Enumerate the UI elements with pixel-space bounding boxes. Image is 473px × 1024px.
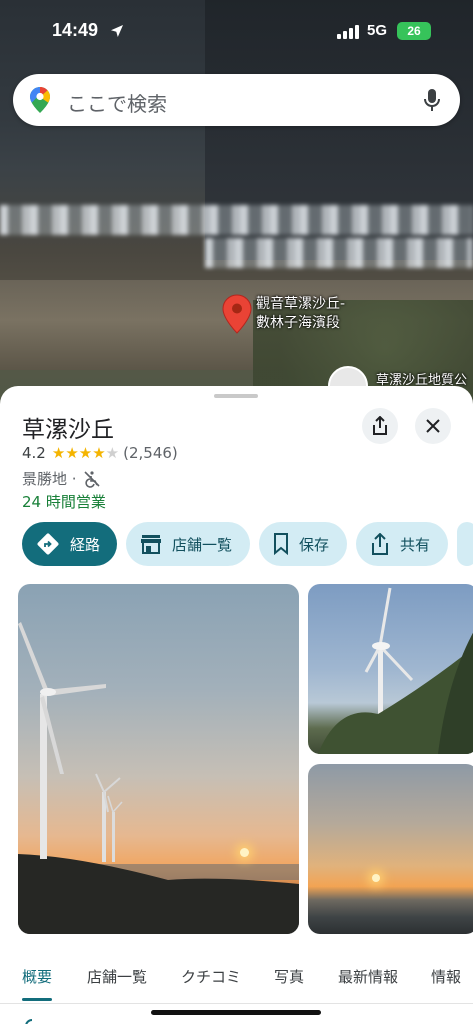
photo-top-right[interactable] — [308, 584, 473, 754]
wind-turbines-photo — [18, 622, 299, 934]
place-category: 景勝地 · — [22, 470, 77, 488]
place-marker-icon[interactable] — [222, 294, 252, 338]
bookmark-icon — [274, 533, 289, 555]
signal-bars-icon — [337, 24, 361, 39]
sun-shape — [372, 874, 380, 882]
directions-button[interactable]: 経路 — [22, 522, 118, 566]
close-button[interactable] — [415, 408, 451, 444]
active-tab-indicator — [22, 998, 52, 1001]
rating-value: 4.2 — [22, 444, 46, 462]
place-sheet[interactable]: 草漯沙丘 4.2 ★★★★★ (2,546) 景勝地 · 24 時間営業 — [0, 386, 473, 1024]
review-count: (2,546) — [123, 444, 178, 462]
tab-reviews[interactable]: クチコミ — [181, 966, 241, 987]
network-type: 5G — [367, 22, 388, 39]
map-surf-left — [0, 205, 473, 235]
home-indicator[interactable] — [151, 1010, 321, 1015]
turbine-photo — [318, 587, 473, 754]
tab-about[interactable]: 情報 — [431, 966, 461, 987]
marker-label[interactable]: 觀音草漯沙丘- 數林子海濱段 — [256, 295, 345, 333]
location-arrow-icon — [111, 25, 123, 37]
stores-label: 店舗一覧 — [172, 535, 233, 554]
action-chips: 経路 店舗一覧 保存 共有 — [22, 522, 473, 566]
sun-shape — [240, 848, 249, 857]
sheet-drag-handle[interactable] — [214, 394, 258, 398]
marker-label-line2: 數林子海濱段 — [256, 315, 340, 331]
search-bar[interactable]: ここで検索 — [13, 74, 460, 126]
status-time: 14:49 — [52, 20, 99, 40]
tab-stores[interactable]: 店舗一覧 — [87, 966, 147, 987]
marker-label-line1: 觀音草漯沙丘- — [256, 296, 346, 312]
directions-label: 経路 — [70, 535, 101, 554]
star-icon: ★ — [51, 443, 66, 462]
share-button[interactable] — [362, 408, 398, 444]
directions-icon — [37, 533, 59, 555]
status-bar: 14:49 5G 26 — [0, 0, 473, 62]
search-input[interactable]: ここで検索 — [67, 88, 167, 117]
category-row: 景勝地 · — [22, 468, 101, 489]
tab-photos[interactable]: 写真 — [274, 966, 304, 987]
rating-stars: ★ ★ ★ ★ ★ — [51, 443, 120, 462]
star-icon: ★ — [92, 443, 106, 462]
google-maps-pin-icon — [30, 87, 50, 113]
rating-row[interactable]: 4.2 ★ ★ ★ ★ ★ (2,546) — [22, 444, 178, 462]
no-wheelchair-icon — [83, 470, 100, 488]
store-icon — [141, 535, 162, 554]
tab-bar: 概要 店舗一覧 クチコミ 写真 最新情報 情報 — [0, 954, 473, 1004]
share-icon — [372, 533, 389, 555]
more-chip[interactable] — [457, 522, 473, 566]
map-surf-right — [205, 238, 473, 268]
place-title: 草漯沙丘 — [22, 417, 114, 443]
close-icon — [426, 419, 440, 433]
map-view[interactable]: 觀音草漯沙丘- 數林子海濱段 草漯沙丘地質公 — [0, 0, 473, 420]
battery-icon: 26 — [397, 22, 431, 40]
photo-main[interactable] — [18, 584, 299, 934]
star-icon: ★ — [78, 443, 93, 462]
microphone-icon[interactable] — [423, 88, 441, 112]
share-label: 共有 — [400, 535, 431, 554]
open-hours[interactable]: 24 時間営業 — [22, 491, 106, 512]
save-label: 保存 — [299, 535, 330, 554]
tab-updates[interactable]: 最新情報 — [338, 966, 398, 987]
battery-level: 26 — [407, 24, 421, 38]
save-button[interactable]: 保存 — [259, 522, 348, 566]
stores-button[interactable]: 店舗一覧 — [126, 522, 251, 566]
tab-overview[interactable]: 概要 — [22, 966, 52, 987]
star-icon: ★ — [105, 443, 120, 462]
photo-bottom-right[interactable] — [308, 764, 473, 934]
share-chip[interactable]: 共有 — [356, 522, 449, 566]
share-icon — [373, 416, 387, 435]
location-pin-icon — [25, 1019, 33, 1024]
star-icon: ★ — [65, 443, 79, 462]
